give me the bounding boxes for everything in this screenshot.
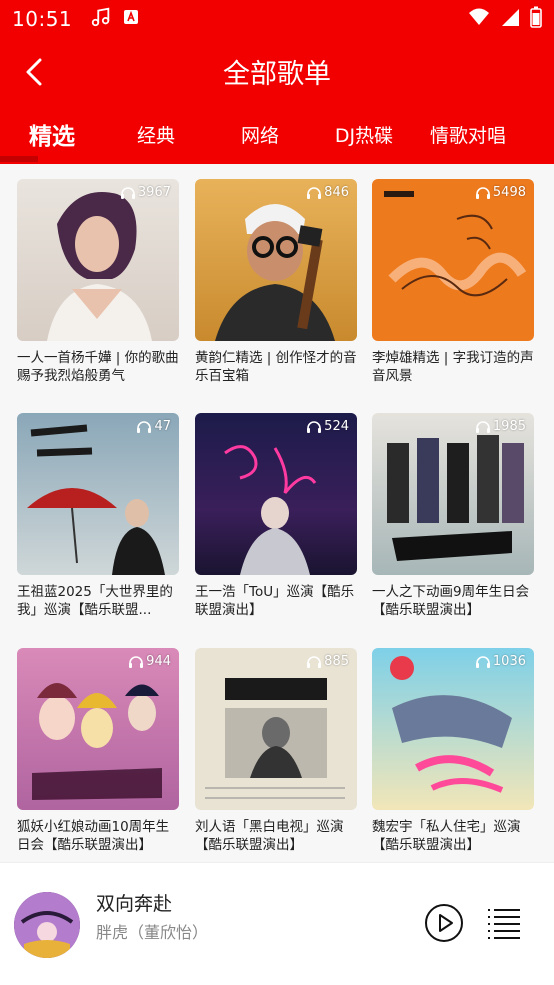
play-count: 524 bbox=[306, 419, 349, 434]
playlist-name: 魏宏宇「私人住宅」巡演【酷乐联盟演出】 bbox=[372, 819, 521, 853]
playlist-card[interactable]: 1985 一人之下动画9周年生日会【酷乐联盟演出】 bbox=[372, 413, 534, 619]
play-count: 3967 bbox=[120, 185, 171, 200]
playlist-cover: 944 bbox=[17, 648, 179, 810]
playlist-card[interactable]: 885 刘人语「黑白电视」巡演【酷乐联盟演出】 bbox=[195, 648, 357, 854]
wifi-icon bbox=[468, 7, 490, 31]
playlist-cover: 5498 bbox=[372, 179, 534, 341]
play-count: 5498 bbox=[475, 185, 526, 200]
status-time: 10:51 bbox=[12, 7, 73, 31]
play-count: 885 bbox=[306, 654, 349, 669]
status-bar: 10:51 bbox=[0, 0, 554, 38]
now-playing-title: 双向奔赴 bbox=[96, 893, 173, 915]
headphones-icon bbox=[307, 420, 322, 433]
playlist-card[interactable]: 5498 李焯雄精选 | 字我订造的声音风景 bbox=[372, 179, 534, 385]
playlist-name: 王一浩「ToU」巡演【酷乐联盟演出】 bbox=[195, 584, 355, 618]
playlist-name: 刘人语「黑白电视」巡演【酷乐联盟演出】 bbox=[195, 819, 344, 853]
headphones-icon bbox=[137, 420, 152, 433]
queue-list-icon bbox=[488, 909, 520, 939]
playlist-name: 王祖蓝2025「大世界里的我」巡演【酷乐联盟... bbox=[17, 584, 173, 618]
headphones-icon bbox=[475, 186, 490, 199]
headphones-icon bbox=[475, 655, 490, 668]
play-count: 47 bbox=[136, 419, 171, 434]
playlist-name: 狐妖小红娘动画10周年生日会【酷乐联盟演出】 bbox=[17, 819, 170, 853]
chevron-left-icon bbox=[26, 58, 42, 86]
tab-internet[interactable]: 网络 bbox=[224, 104, 296, 164]
page-title: 全部歌单 bbox=[223, 58, 331, 90]
play-count: 1036 bbox=[475, 654, 526, 669]
back-button[interactable] bbox=[18, 56, 50, 88]
headphones-icon bbox=[120, 186, 135, 199]
play-count: 944 bbox=[128, 654, 171, 669]
play-button[interactable] bbox=[424, 903, 464, 943]
tab-duet[interactable]: 情歌对唱 bbox=[422, 104, 514, 164]
playlist-cover: 1985 bbox=[372, 413, 534, 575]
playlist-cover: 885 bbox=[195, 648, 357, 810]
headphones-icon bbox=[129, 655, 144, 668]
notification-a-icon bbox=[122, 8, 140, 30]
app-header: 全部歌单 bbox=[0, 38, 554, 104]
playlist-card[interactable]: 846 黄韵仁精选 | 创作怪才的音乐百宝箱 bbox=[195, 179, 357, 385]
playlist-name: 一人一首杨千嬅 | 你的歌曲赐予我烈焰般勇气 bbox=[17, 350, 179, 384]
playlist-cover: 47 bbox=[17, 413, 179, 575]
music-note-icon bbox=[90, 6, 112, 32]
playlist-cover: 524 bbox=[195, 413, 357, 575]
playlist-name: 一人之下动画9周年生日会【酷乐联盟演出】 bbox=[372, 584, 530, 618]
playlist-card[interactable]: 944 狐妖小红娘动画10周年生日会【酷乐联盟演出】 bbox=[17, 648, 179, 854]
playlist-card[interactable]: 47 王祖蓝2025「大世界里的我」巡演【酷乐联盟... bbox=[17, 413, 179, 619]
play-count: 1985 bbox=[475, 419, 526, 434]
play-count: 846 bbox=[306, 185, 349, 200]
battery-icon bbox=[530, 6, 542, 32]
playlist-name: 黄韵仁精选 | 创作怪才的音乐百宝箱 bbox=[195, 350, 357, 384]
playlist-queue-button[interactable] bbox=[484, 907, 522, 941]
playlist-cover: 3967 bbox=[17, 179, 179, 341]
headphones-icon bbox=[475, 420, 490, 433]
tab-featured[interactable]: 精选 bbox=[14, 104, 90, 164]
headphones-icon bbox=[307, 186, 322, 199]
playlist-card[interactable]: 3967 一人一首杨千嬅 | 你的歌曲赐予我烈焰般勇气 bbox=[17, 179, 179, 385]
category-tabs: 精选 经典 网络 DJ热碟 情歌对唱 bbox=[0, 104, 554, 164]
tab-classic[interactable]: 经典 bbox=[120, 104, 192, 164]
album-art[interactable] bbox=[14, 892, 80, 958]
playlist-name: 李焯雄精选 | 字我订造的声音风景 bbox=[372, 350, 534, 384]
signal-icon bbox=[500, 7, 520, 31]
now-playing-artist: 胖虎（董欣怡） bbox=[96, 923, 209, 942]
mini-player[interactable]: 双向奔赴 胖虎（董欣怡） bbox=[0, 862, 554, 985]
playlist-cover: 1036 bbox=[372, 648, 534, 810]
tab-indicator bbox=[0, 156, 38, 162]
playlist-card[interactable]: 524 王一浩「ToU」巡演【酷乐联盟演出】 bbox=[195, 413, 357, 619]
playlist-card[interactable]: 1036 魏宏宇「私人住宅」巡演【酷乐联盟演出】 bbox=[372, 648, 534, 854]
tab-dj[interactable]: DJ热碟 bbox=[326, 104, 402, 164]
playlist-cover: 846 bbox=[195, 179, 357, 341]
headphones-icon bbox=[307, 655, 322, 668]
playlist-grid: 3967 一人一首杨千嬅 | 你的歌曲赐予我烈焰般勇气 846 黄韵仁精选 | … bbox=[0, 164, 554, 862]
play-icon bbox=[425, 904, 463, 942]
